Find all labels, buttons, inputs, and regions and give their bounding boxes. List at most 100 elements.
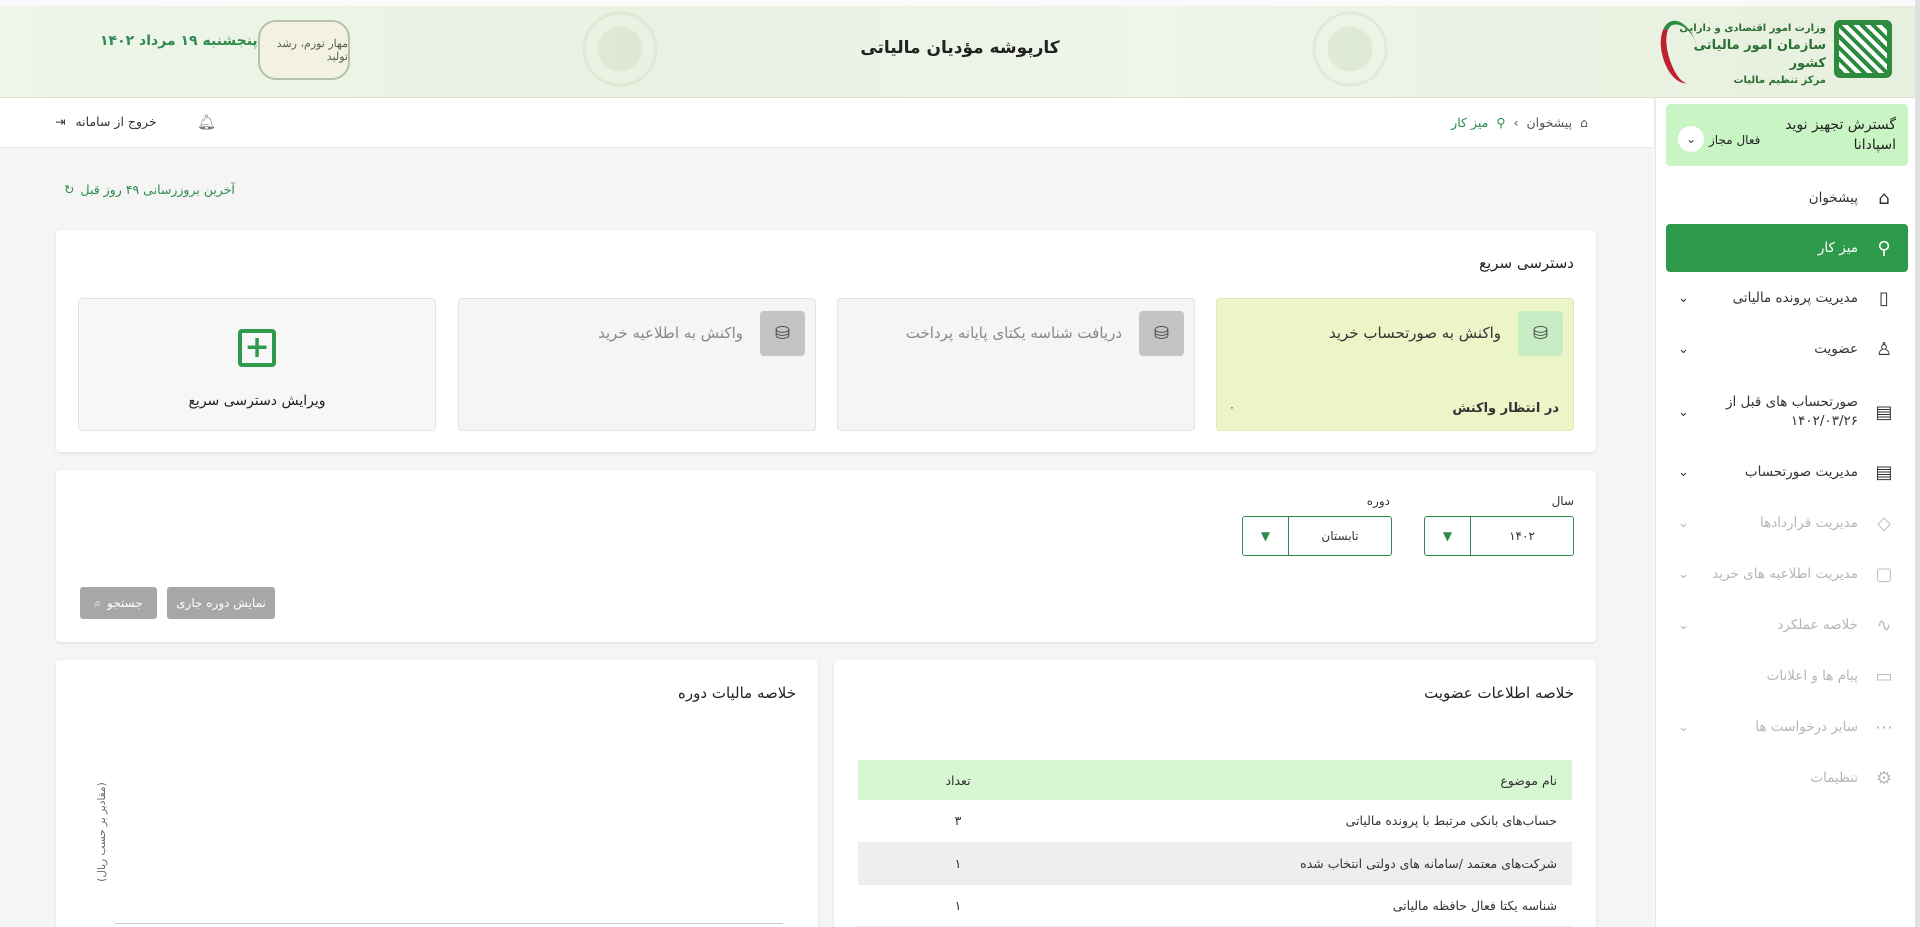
- membership-title: خلاصه اطلاعات عضویت: [1424, 684, 1574, 702]
- search-button[interactable]: جستجو ⌕: [80, 587, 157, 619]
- chevron-down-icon: ⌄: [1678, 617, 1689, 633]
- bell-icon[interactable]: 🔔︎: [197, 113, 216, 131]
- last-update-text: آخرین بروزرسانی ۴۹ روز قبل: [80, 182, 235, 197]
- chevron-down-icon: ⌄: [1678, 290, 1689, 306]
- chevron-down-icon: ⌄: [1678, 566, 1689, 582]
- column-header-count: تعداد: [858, 760, 1058, 800]
- company-role: فعال مجاز: [1709, 133, 1761, 147]
- receipt-icon: ▤: [1875, 401, 1893, 423]
- chevron-down-icon: ⌄: [1678, 404, 1689, 420]
- year-select[interactable]: ۱۴۰۲ ▼: [1424, 516, 1574, 556]
- sidebar-item-contracts[interactable]: ◇ مدیریت قراردادها ⌄: [1666, 499, 1908, 547]
- breadcrumb-home[interactable]: پیشخوان: [1526, 115, 1572, 130]
- row-count: ۱: [858, 842, 1058, 885]
- quick-access-label: دریافت شناسه یکتای پایانه پرداخت: [905, 324, 1122, 342]
- slogan-seal: مهار تورم، رشد تولید: [258, 20, 350, 80]
- more-icon: ⋯: [1875, 716, 1893, 738]
- home-icon: ⌂: [1580, 115, 1588, 130]
- logout-button[interactable]: خروج از سامانه ⇥: [55, 114, 157, 129]
- header-banner: کارپوشه مؤدیان مالیاتی پنجشنبه ۱۹ مرداد …: [0, 0, 1920, 98]
- chart-x-axis: [115, 923, 783, 924]
- sidebar-item-label: مدیریت قراردادها: [1759, 514, 1858, 531]
- sidebar-item-performance[interactable]: ∿ خلاصه عملکرد ⌄: [1666, 601, 1908, 649]
- period-value: تابستان: [1321, 529, 1359, 543]
- workspace-icon: ⚲: [1877, 237, 1891, 259]
- coins-icon: ⛁: [1518, 311, 1563, 356]
- period-select[interactable]: تابستان ▼: [1242, 516, 1392, 556]
- current-date: پنجشنبه ۱۹ مرداد ۱۴۰۲: [100, 33, 258, 49]
- emblem-icon: [1834, 20, 1892, 78]
- chevron-down-icon: ▼: [1243, 517, 1289, 555]
- sidebar-item-workspace[interactable]: ⚲ میز کار: [1666, 224, 1908, 272]
- sidebar-item-settings[interactable]: ⚙ تنظیمات: [1666, 754, 1908, 802]
- sidebar: گسترش تجهیز نوید اسپادانا فعال مجاز ⌄ ⌂ …: [1655, 98, 1920, 927]
- sidebar-item-old-invoices[interactable]: ▤ صورتحساب های قبل از ۱۴۰۲/۰۳/۲۶ ⌄: [1666, 383, 1908, 441]
- message-icon: ▭: [1875, 665, 1893, 687]
- chevron-down-icon: ⌄: [1678, 464, 1689, 480]
- period-label: دوره: [1366, 494, 1390, 508]
- sidebar-item-messages[interactable]: ▭ پیام ها و اعلانات: [1666, 652, 1908, 700]
- organization-logo: وزارت امور اقتصادی و دارایی سازمان امور …: [1654, 16, 1892, 88]
- chevron-down-icon[interactable]: ⌄: [1678, 126, 1704, 152]
- current-period-button[interactable]: نمایش دوره جاری: [167, 587, 275, 619]
- sidebar-item-label: صورتحساب های قبل از ۱۴۰۲/۰۳/۲۶: [1726, 394, 1858, 429]
- contract-icon: ◇: [1877, 512, 1891, 534]
- chevron-down-icon: ⌄: [1678, 341, 1689, 357]
- quick-access-card: دسترسی سریع ⛁ واکنش به صورتحساب خرید در …: [56, 230, 1596, 452]
- bag-icon: ▢: [1875, 563, 1893, 585]
- row-count: ۳: [858, 800, 1058, 843]
- sidebar-item-other-requests[interactable]: ⋯ سایر درخواست ها ⌄: [1666, 703, 1908, 751]
- quick-access-terminal-id[interactable]: ⛁ دریافت شناسه یکتای پایانه پرداخت: [837, 298, 1195, 431]
- company-selector[interactable]: گسترش تجهیز نوید اسپادانا فعال مجاز ⌄: [1666, 104, 1908, 166]
- filter-card: سال ۱۴۰۲ ▼ دوره تابستان ▼ جستجو ⌕ نمایش …: [56, 470, 1596, 642]
- sidebar-item-label: پیشخوان: [1808, 189, 1858, 206]
- workspace-icon: ⚲: [1496, 115, 1506, 130]
- tax-summary-title: خلاصه مالیات دوره: [678, 684, 796, 702]
- gear-icon: ⚙: [1875, 767, 1893, 789]
- sidebar-item-label: پیام ها و اعلانات: [1766, 667, 1858, 684]
- scrollbar[interactable]: [1915, 0, 1920, 927]
- sidebar-item-membership[interactable]: ♙ عضویت ⌄: [1666, 325, 1908, 373]
- quick-access-purchase-notice[interactable]: ⛁ واکنش به اطلاعیه خرید: [458, 298, 816, 431]
- sidebar-item-purchase-notices[interactable]: ▢ مدیریت اطلاعیه های خرید ⌄: [1666, 550, 1908, 598]
- sidebar-item-label: میز کار: [1817, 239, 1858, 256]
- sidebar-item-invoice-management[interactable]: ▤ مدیریت صورتحساب ⌄: [1666, 448, 1908, 496]
- chevron-left-icon: ›: [1513, 115, 1519, 130]
- breadcrumb: ⌂ پیشخوان › ⚲ میز کار: [1451, 115, 1588, 130]
- row-subject: شرکت‌های معتمد /سامانه های دولتی انتخاب …: [1058, 842, 1572, 885]
- pending-status: در انتظار واکنش: [1452, 401, 1559, 416]
- sidebar-item-label: عضویت: [1814, 340, 1858, 357]
- chart-icon: ∿: [1876, 614, 1892, 636]
- user-icon: ♙: [1875, 338, 1893, 360]
- table-row: شناسه یکتا فعال حافظه مالیاتی ۱: [858, 884, 1572, 927]
- coins-icon: ⛁: [1139, 311, 1184, 356]
- row-subject: شناسه یکتا فعال حافظه مالیاتی: [1058, 884, 1572, 927]
- sidebar-item-label: مدیریت پرونده مالیاتی: [1732, 289, 1858, 306]
- table-row: شرکت‌های معتمد /سامانه های دولتی انتخاب …: [858, 842, 1572, 885]
- row-subject: حساب‌های بانکی مرتبط با پرونده مالیاتی: [1058, 800, 1572, 843]
- chevron-down-icon: ⌄: [1678, 719, 1689, 735]
- sidebar-item-tax-file[interactable]: ▯ مدیریت پرونده مالیاتی ⌄: [1666, 274, 1908, 322]
- pending-count: ۰: [1229, 401, 1235, 414]
- quick-access-title: دسترسی سریع: [1479, 254, 1574, 272]
- quick-access-label: واکنش به صورتحساب خرید: [1329, 324, 1501, 342]
- current-period-label: نمایش دوره جاری: [176, 596, 266, 610]
- breadcrumb-current: میز کار: [1451, 115, 1489, 130]
- sidebar-item-label: خلاصه عملکرد: [1777, 616, 1858, 633]
- membership-table: نام موضوع تعداد حساب‌های بانکی مرتبط با …: [858, 760, 1572, 927]
- logout-label: خروج از سامانه: [75, 114, 157, 129]
- tax-summary-card: خلاصه مالیات دوره: [56, 660, 818, 927]
- search-icon: ⌕: [94, 595, 102, 610]
- quick-access-purchase-invoice[interactable]: ⛁ واکنش به صورتحساب خرید در انتظار واکنش…: [1216, 298, 1574, 431]
- year-value: ۱۴۰۲: [1509, 529, 1535, 543]
- edit-quick-access-button[interactable]: + ویرایش دسترسی سریع: [78, 298, 436, 431]
- logout-icon: ⇥: [55, 114, 66, 129]
- file-icon: ▯: [1879, 287, 1889, 309]
- sidebar-item-label: مدیریت صورتحساب: [1744, 463, 1858, 480]
- table-row: حساب‌های بانکی مرتبط با پرونده مالیاتی ۳: [858, 800, 1572, 843]
- chevron-down-icon: ⌄: [1678, 515, 1689, 531]
- last-update-link[interactable]: آخرین بروزرسانی ۴۹ روز قبل ↻: [64, 182, 235, 197]
- sidebar-item-dashboard[interactable]: ⌂ پیشخوان: [1666, 174, 1908, 222]
- quick-access-label: واکنش به اطلاعیه خرید: [598, 324, 743, 342]
- year-label: سال: [1551, 494, 1574, 508]
